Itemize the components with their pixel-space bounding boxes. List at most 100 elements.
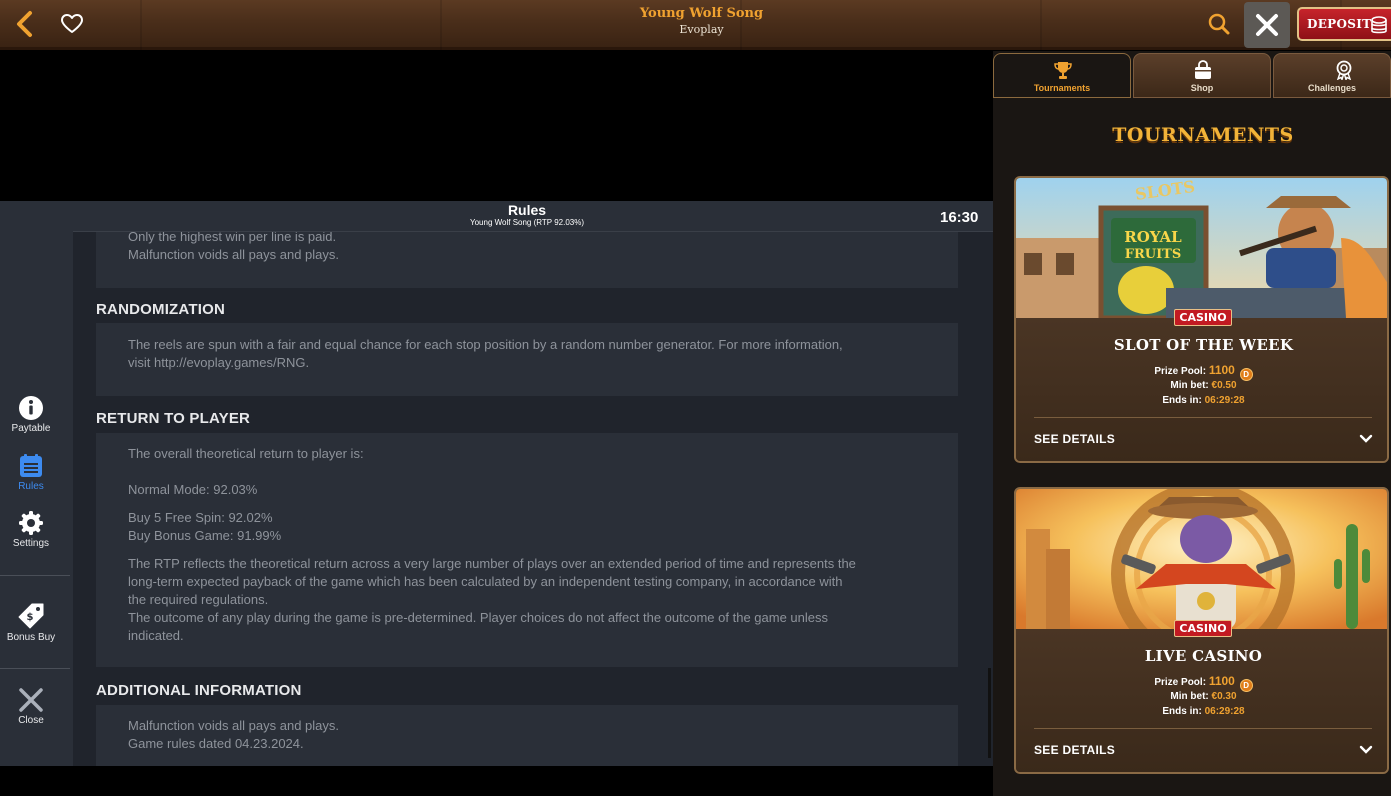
tournament-card[interactable]: CASINO LIVE CASINO Prize Pool: 1100 D Mi… [1014,487,1389,774]
prize-pool-value: 1100 [1208,363,1235,377]
medal-icon [1336,60,1352,80]
prize-pool-label: Prize Pool: [1154,366,1207,377]
min-bet-value: €0.50 [1211,380,1237,391]
min-bet-label: Min bet: [1170,380,1209,391]
rules-text-line: Only the highest win per line is paid. [128,232,337,244]
randomization-heading: RANDOMIZATION [96,301,225,318]
min-bet-value: €0.30 [1211,691,1237,702]
nav-settings[interactable]: Settings [0,510,62,549]
info-icon [19,396,43,420]
game-side-nav: Paytable Rules Settings $ Bonus Buy Clos… [0,201,73,766]
shopping-bag-icon [1195,60,1211,79]
casino-badge: CASINO [1174,620,1232,637]
nav-bonus-buy[interactable]: $ Bonus Buy [0,602,62,643]
top-bar: Young Wolf Song Evoplay DEPOSIT [0,0,1391,50]
casino-badge: CASINO [1174,309,1232,326]
card-divider [1034,728,1372,729]
additional-info-heading: ADDITIONAL INFORMATION [96,682,302,699]
rules-top-box: Only the highest win per line is paid. M… [96,232,958,288]
see-details-link[interactable]: SEE DETAILS [1034,743,1115,757]
tab-shop[interactable]: Shop [1133,53,1271,98]
tournament-card-body: CASINO SLOT OF THE WEEK Prize Pool: 1100… [1016,309,1387,461]
rules-icon [20,454,42,477]
search-button[interactable] [1207,12,1231,36]
rules-text-line: long-term expected payback of the game w… [128,574,843,589]
nav-bonus-buy-label: Bonus Buy [6,632,56,643]
rules-text-line: Malfunction voids all pays and plays. [128,247,340,262]
live-casino-banner [1016,489,1387,629]
search-icon [1208,13,1230,35]
chevron-left-icon [17,11,32,37]
nav-paytable-label: Paytable [11,423,51,434]
rules-text-line: the required regulations. [128,592,269,607]
prize-pool-row: Prize Pool: 1100 D [1016,674,1387,692]
nav-divider [0,575,70,576]
see-details-link[interactable]: SEE DETAILS [1034,432,1115,446]
game-title: Young Wolf Song [639,6,764,21]
rules-text-line: Malfunction voids all pays and plays. [128,718,340,733]
additional-info-box: Malfunction voids all pays and plays. Ga… [96,705,958,766]
nav-close[interactable]: Close [0,687,62,726]
ends-in-label: Ends in: [1162,395,1202,406]
rtp-box: The overall theoretical return to player… [96,433,958,667]
slot-of-the-week-banner: ROYAL FRUITS SLOTS [1016,178,1387,318]
tab-tournaments-label: Tournaments [1033,83,1091,93]
trophy-icon [1054,62,1072,79]
tournament-card[interactable]: ROYAL FRUITS SLOTS CASINO SLOT OF THE WE… [1014,176,1389,463]
close-icon [19,688,43,712]
close-game-button[interactable] [1244,2,1290,48]
min-bet-row: Min bet: €0.30 [1016,691,1387,702]
tournaments-panel: Tournaments Shop Challenges TOURNAMENTS [993,51,1391,796]
ends-in-label: Ends in: [1162,706,1202,717]
rtp-heading: RETURN TO PLAYER [96,410,251,427]
chevron-down-icon[interactable] [1359,745,1373,755]
heart-icon [61,14,83,33]
chevron-down-icon[interactable] [1359,434,1373,444]
tab-tournaments[interactable]: Tournaments [993,53,1131,98]
clock: 16:30 [940,209,979,226]
nav-settings-label: Settings [12,538,50,549]
rules-scrollbar[interactable] [988,668,991,758]
close-icon [1256,14,1278,36]
rules-text-line: The outcome of any play during the game … [128,610,828,625]
min-bet-label: Min bet: [1170,691,1209,702]
price-tag-icon: $ [18,603,44,629]
rtp-intro: The overall theoretical return to player… [128,446,364,461]
prize-pool-label: Prize Pool: [1154,677,1207,688]
card-divider [1034,417,1372,418]
ends-in-value: 06:29:28 [1204,706,1245,717]
rules-title: Rules [507,202,547,218]
game-provider: Evoplay [679,23,724,36]
rules-text-line: visit http://evoplay.games/RNG. [128,355,310,370]
ends-in-row: Ends in: 06:29:28 [1016,706,1387,717]
min-bet-row: Min bet: €0.50 [1016,380,1387,391]
nav-close-label: Close [18,715,44,726]
app-root: Young Wolf Song Evoplay DEPOSIT Paytable… [0,0,1391,796]
tournament-title: LIVE CASINO [1144,647,1263,665]
tournament-card-body: CASINO LIVE CASINO Prize Pool: 1100 D Mi… [1016,620,1387,772]
rules-text-line: Game rules dated 04.23.2024. [128,736,304,751]
nav-rules[interactable]: Rules [0,453,62,492]
panel-title: TOURNAMENTS [1112,124,1294,146]
randomization-box: The reels are spun with a fair and equal… [96,323,958,396]
rtp-normal-mode: Normal Mode: 92.03% [128,482,258,497]
tab-challenges[interactable]: Challenges [1273,53,1391,98]
rules-subtitle: Young Wolf Song (RTP 92.03%) [470,218,584,227]
favorite-button[interactable] [60,12,84,36]
game-title-block: Young Wolf Song Evoplay [560,6,843,36]
back-button[interactable] [12,10,38,38]
deposit-button[interactable]: DEPOSIT [1297,7,1391,41]
tab-shop-label: Shop [1190,83,1214,93]
tournament-title: SLOT OF THE WEEK [1113,336,1294,354]
rules-text-line: The reels are spun with a fair and equal… [128,337,843,352]
nav-paytable[interactable]: Paytable [0,395,62,434]
rules-text-line: The RTP reflects the theoretical return … [128,556,856,571]
nav-divider [0,668,70,669]
rules-content[interactable]: Only the highest win per line is paid. M… [73,232,993,766]
nav-rules-label: Rules [18,481,44,492]
tab-challenges-label: Challenges [1307,83,1356,93]
gear-icon [19,511,43,535]
rtp-buy-bonus-game: Buy Bonus Game: 91.99% [128,528,282,543]
svg-text:$: $ [27,612,34,623]
ends-in-row: Ends in: 06:29:28 [1016,395,1387,406]
